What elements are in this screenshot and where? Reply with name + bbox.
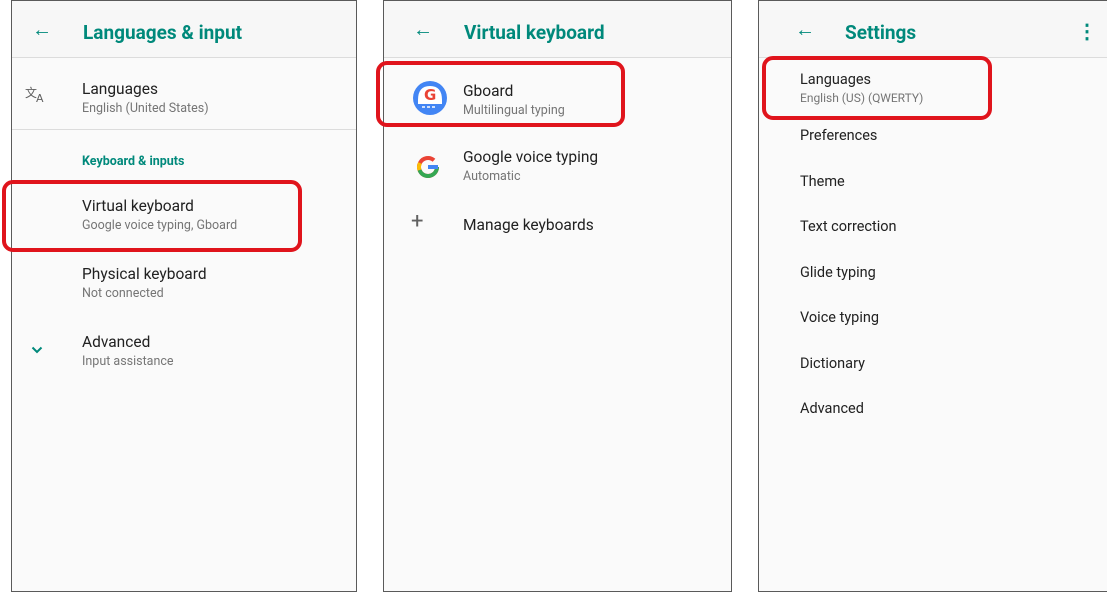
app-bar: ← Languages & input [12,1,356,58]
translate-icon: 文 A [25,85,44,103]
settings-item-theme[interactable]: Theme [759,165,1107,203]
advanced-label: Advanced [82,333,151,351]
settings-item-label: Preferences [800,127,878,144]
advanced-value: Input assistance [82,354,174,369]
settings-item-label: Dictionary [800,355,865,372]
settings-item-dictionary[interactable]: Dictionary [759,347,1107,385]
settings-item-preferences[interactable]: Preferences [759,119,1107,157]
app-bar: ← Virtual keyboard [384,1,731,58]
settings-item-label: Voice typing [800,309,879,326]
chevron-down-icon [31,346,43,354]
highlight-virtual-keyboard [2,180,302,252]
back-arrow-icon[interactable]: ← [32,19,52,39]
languages-value: English (United States) [82,101,209,116]
settings-item-text-correction[interactable]: Text correction [759,210,1107,248]
settings-item-advanced[interactable]: Advanced [759,392,1107,430]
google-g-icon [417,156,439,179]
highlight-gboard [376,61,625,127]
advanced-item[interactable]: Advanced Input assistance [12,319,356,379]
settings-item-voice-typing[interactable]: Voice typing [759,301,1107,339]
divider [12,129,356,130]
manage-keyboards-label: Manage keyboards [463,216,594,234]
physical-keyboard-label: Physical keyboard [82,265,207,283]
category-keyboard-inputs: Keyboard & inputs [82,154,185,169]
highlight-languages [762,56,992,120]
page-title: Settings [845,21,917,44]
more-options-icon[interactable]: ⋮ [1077,21,1097,41]
svg-text:A: A [36,92,44,103]
physical-keyboard-value: Not connected [82,286,164,301]
back-arrow-icon[interactable]: ← [795,19,815,39]
google-voice-typing-item[interactable]: Google voice typing Automatic [384,141,731,201]
languages-item[interactable]: 文 A Languages English (United States) [12,58,356,126]
settings-item-label: Theme [800,173,845,190]
plus-icon: + [411,209,424,234]
page-title: Virtual keyboard [464,21,605,44]
manage-keyboards-item[interactable]: + Manage keyboards [384,206,731,246]
app-bar: ← Settings ⋮ [759,1,1107,58]
settings-item-label: Text correction [800,218,897,235]
languages-label: Languages [82,80,158,98]
google-voice-typing-value: Automatic [463,169,521,184]
back-arrow-icon[interactable]: ← [413,19,433,39]
page-title: Languages & input [83,21,243,44]
physical-keyboard-item[interactable]: Physical keyboard Not connected [12,251,356,311]
settings-item-glide-typing[interactable]: Glide typing [759,256,1107,294]
google-voice-typing-label: Google voice typing [463,148,599,166]
settings-item-label: Advanced [800,400,864,417]
languages-input-screen: ← Languages & input 文 A Languages Englis… [11,0,357,592]
settings-item-label: Glide typing [800,264,876,281]
